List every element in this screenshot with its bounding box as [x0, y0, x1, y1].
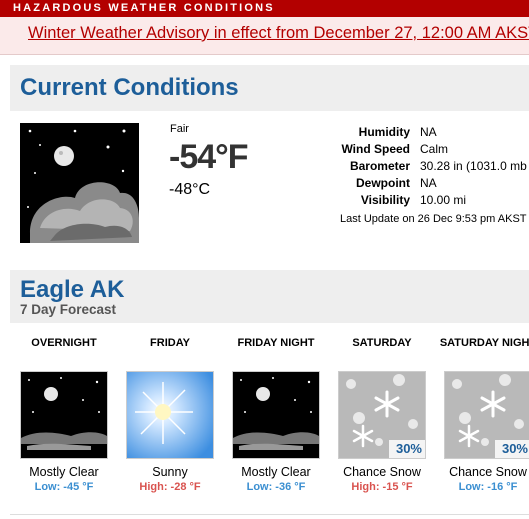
period-description: Chance Snow [449, 465, 527, 479]
period-name: FRIDAY NIGHT [237, 337, 315, 349]
last-update: Last Update on 26 Dec 9:53 pm AKST [340, 213, 527, 225]
hazard-row: Winter Weather Advisory in effect from D… [0, 17, 529, 55]
forecast-period[interactable]: FRIDAY Sunny High: -28 °F [117, 337, 223, 494]
period-name: SATURDAY [352, 337, 412, 349]
divider [10, 514, 529, 515]
period-temp: High: -15 °F [351, 481, 413, 493]
period-temp: Low: -16 °F [458, 481, 518, 493]
period-temp: Low: -36 °F [246, 481, 306, 493]
period-description: Mostly Clear [241, 465, 311, 479]
forecast-period[interactable]: SATURDAY 30% Chance Snow High: -15 °F [329, 337, 435, 494]
period-name: SATURDAY NIGHT [439, 337, 529, 349]
night-clear-icon [20, 371, 108, 459]
temperature-f: -54°F [169, 138, 249, 176]
forecast-period[interactable]: OVERNIGHT Mostly Clear Low: -45 °F [11, 337, 117, 494]
precip-chance: 30% [395, 441, 422, 456]
humidity-label: Humidity [358, 125, 410, 139]
current-conditions-header: Current Conditions [10, 65, 529, 111]
wind-speed-value: Calm [420, 142, 449, 156]
visibility-value: 10.00 mi [420, 193, 467, 207]
precip-chance: 30% [501, 441, 528, 456]
temperature-c: -48°C [169, 181, 211, 198]
current-conditions-title: Current Conditions [20, 74, 239, 101]
period-temp: High: -28 °F [139, 481, 201, 493]
barometer-value: 30.28 in (1031.0 mb [420, 159, 527, 173]
forecast-header: Eagle AK 7 Day Forecast [10, 270, 529, 323]
wind-speed-label: Wind Speed [341, 142, 410, 156]
night-clear-icon [20, 123, 139, 243]
period-description: Mostly Clear [29, 465, 99, 479]
forecast-period[interactable]: SATURDAY NIGHT 30% Chance Snow Low: -16 … [435, 337, 529, 494]
period-name: FRIDAY [150, 337, 190, 349]
forecast-subtitle: 7 Day Forecast [20, 302, 117, 317]
advisory-link[interactable]: Winter Weather Advisory in effect from D… [28, 24, 529, 43]
barometer-label: Barometer [349, 159, 410, 173]
forecast-location-title: Eagle AK [20, 276, 125, 303]
forecast-period[interactable]: FRIDAY NIGHT Mostly Clear Low: -36 °F [223, 337, 329, 494]
snow-icon: 30% [444, 371, 529, 459]
details-values: NA Calm 30.28 in (1031.0 mb NA 10.00 mi [420, 124, 527, 209]
condition-text: Fair [170, 123, 189, 135]
period-description: Sunny [152, 465, 188, 479]
visibility-label: Visibility [360, 193, 410, 207]
snow-icon: 30% [338, 371, 426, 459]
period-description: Chance Snow [343, 465, 421, 479]
details-labels: Humidity Wind Speed Barometer Dewpoint V… [290, 124, 410, 209]
hazard-banner: HAZARDOUS WEATHER CONDITIONS [0, 0, 529, 17]
humidity-value: NA [420, 125, 437, 139]
dewpoint-value: NA [420, 176, 437, 190]
period-temp: Low: -45 °F [34, 481, 94, 493]
dewpoint-label: Dewpoint [356, 176, 410, 190]
period-name: OVERNIGHT [31, 337, 97, 349]
night-clear-icon [232, 371, 320, 459]
sun-icon [126, 371, 214, 459]
